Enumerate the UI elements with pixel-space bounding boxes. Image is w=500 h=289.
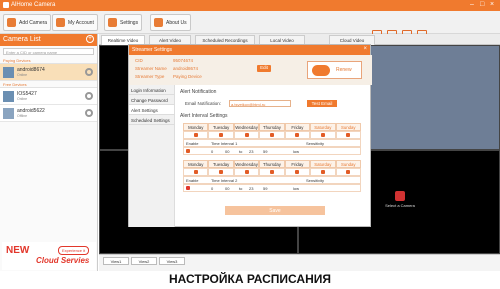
tab-view2[interactable]: View2 xyxy=(131,257,157,265)
about-us-button[interactable]: About Us xyxy=(150,14,191,31)
min-end-select[interactable]: 59 xyxy=(261,148,291,154)
tab-view3[interactable]: View3 xyxy=(159,257,185,265)
day-checkbox-row xyxy=(183,131,361,139)
camera-thumbnail xyxy=(3,67,14,78)
schedule-block-2: Monday Tuesday Wednesday Thursday Friday… xyxy=(183,160,361,192)
tab-view1[interactable]: View1 xyxy=(103,257,129,265)
select-camera-placeholder[interactable]: Select a Camera xyxy=(380,191,420,208)
streamer-info: CID 95074674 Streamer Name android8674 S… xyxy=(129,55,372,85)
cloud-promo-banner[interactable]: NEW Cloud Servies Experience it xyxy=(2,242,96,270)
day-checkbox[interactable] xyxy=(320,170,325,174)
day-checkbox[interactable] xyxy=(295,170,300,174)
page-caption: НАСТРОЙКА РАСПИСАНИЯ xyxy=(168,272,332,286)
interval-values-row: 0 00 to 23 59 low xyxy=(183,184,361,192)
renew-button[interactable]: Renew xyxy=(307,61,362,79)
enable-checkbox[interactable] xyxy=(186,149,190,153)
sensitivity-select[interactable]: low xyxy=(291,185,301,191)
nav-scheduled-settings[interactable]: Scheduled Settings xyxy=(129,115,174,125)
email-field[interactable]: a.tsvetkov@html.ru xyxy=(229,100,291,107)
nav-login-information[interactable]: Login Information xyxy=(129,85,174,95)
app-logo-icon xyxy=(3,2,9,8)
min-end-select[interactable]: 59 xyxy=(261,185,291,191)
day-checkbox[interactable] xyxy=(295,133,300,137)
camera-list-panel: Camera List + Enter a CID or camera name… xyxy=(0,34,98,271)
main-toolbar: Add Camera My Account Settings About Us xyxy=(0,11,500,40)
gear-icon[interactable] xyxy=(85,109,93,117)
interval-labels-row: Enable Time Interval 2 Sensitivity xyxy=(183,176,361,184)
save-button[interactable]: Save xyxy=(225,206,325,215)
info-icon xyxy=(154,18,163,27)
day-header-row: Monday Tuesday Wednesday Thursday Friday… xyxy=(183,123,361,131)
camera-search-input[interactable]: Enter a CID or camera name xyxy=(3,48,94,55)
camera-thumbnail xyxy=(3,91,14,102)
day-checkbox[interactable] xyxy=(219,170,224,174)
alert-notification-heading: Alert Notification xyxy=(180,89,217,95)
hour-start-select[interactable]: 0 xyxy=(209,185,223,191)
nav-change-password[interactable]: Change Password xyxy=(129,95,174,105)
camera-icon xyxy=(395,191,405,201)
day-checkbox[interactable] xyxy=(269,170,274,174)
close-icon[interactable]: × xyxy=(363,46,367,52)
device-item[interactable]: android8674 Online xyxy=(0,64,97,81)
day-checkbox[interactable] xyxy=(269,133,274,137)
device-item[interactable]: android5622 Offline xyxy=(0,105,97,122)
dialog-header: Streamer Settings × xyxy=(129,45,370,55)
group-free-devices[interactable]: Free Devices xyxy=(0,81,97,88)
device-item[interactable]: IOS5427 Online xyxy=(0,88,97,105)
schedule-block-1: Monday Tuesday Wednesday Thursday Friday… xyxy=(183,123,361,155)
hour-start-select[interactable]: 0 xyxy=(209,148,223,154)
app-title: AlHome Camera xyxy=(11,2,56,8)
cloud-icon xyxy=(312,65,330,76)
day-checkbox[interactable] xyxy=(219,133,224,137)
day-checkbox[interactable] xyxy=(193,133,198,137)
day-checkbox[interactable] xyxy=(193,170,198,174)
day-checkbox-row xyxy=(183,168,361,176)
day-checkbox[interactable] xyxy=(244,133,249,137)
day-checkbox[interactable] xyxy=(346,133,351,137)
min-start-select[interactable]: 00 xyxy=(223,148,237,154)
view-tabs: View1 View2 View3 xyxy=(99,254,500,271)
add-icon[interactable]: + xyxy=(86,35,94,43)
alert-interval-heading: Alert Interval Settings xyxy=(180,113,228,119)
day-checkbox[interactable] xyxy=(320,133,325,137)
day-header-row: Monday Tuesday Wednesday Thursday Friday… xyxy=(183,160,361,168)
close-icon[interactable]: × xyxy=(490,1,494,9)
title-bar: AlHome Camera – □ × xyxy=(0,0,500,11)
interval-labels-row: Enable Time Interval 1 Sensitivity xyxy=(183,139,361,147)
day-checkbox[interactable] xyxy=(346,170,351,174)
gear-icon[interactable] xyxy=(85,92,93,100)
min-start-select[interactable]: 00 xyxy=(223,185,237,191)
account-icon xyxy=(56,18,65,27)
group-paying-devices[interactable]: Paying Devices xyxy=(0,57,97,64)
add-camera-icon xyxy=(7,18,16,27)
nav-alert-settings[interactable]: Alert Settings xyxy=(129,105,174,115)
gear-icon[interactable] xyxy=(85,68,93,76)
add-camera-button[interactable]: Add Camera xyxy=(3,14,52,31)
camera-thumbnail xyxy=(3,108,14,119)
experience-button[interactable]: Experience it xyxy=(58,246,90,255)
minimize-icon[interactable]: – xyxy=(470,1,474,9)
test-email-button[interactable]: Test Email xyxy=(307,100,337,107)
dialog-nav: Login Information Change Password Alert … xyxy=(129,85,175,227)
streamer-settings-dialog: Streamer Settings × CID 95074674 Streame… xyxy=(128,44,372,227)
gear-icon xyxy=(108,18,117,27)
hour-end-select[interactable]: 23 xyxy=(247,148,261,154)
alert-settings-panel: Alert Notification Email Notification: a… xyxy=(175,85,372,227)
interval-values-row: 0 00 to 23 59 low xyxy=(183,147,361,155)
sensitivity-select[interactable]: low xyxy=(291,148,301,154)
day-checkbox[interactable] xyxy=(244,170,249,174)
settings-button[interactable]: Settings xyxy=(104,14,143,31)
my-account-button[interactable]: My Account xyxy=(52,14,98,31)
edit-button[interactable]: Edit xyxy=(257,65,271,72)
enable-checkbox[interactable] xyxy=(186,186,190,190)
email-label: Email Notification: xyxy=(185,101,222,106)
hour-end-select[interactable]: 23 xyxy=(247,185,261,191)
camera-list-header: Camera List + xyxy=(0,34,97,46)
maximize-icon[interactable]: □ xyxy=(480,1,484,9)
